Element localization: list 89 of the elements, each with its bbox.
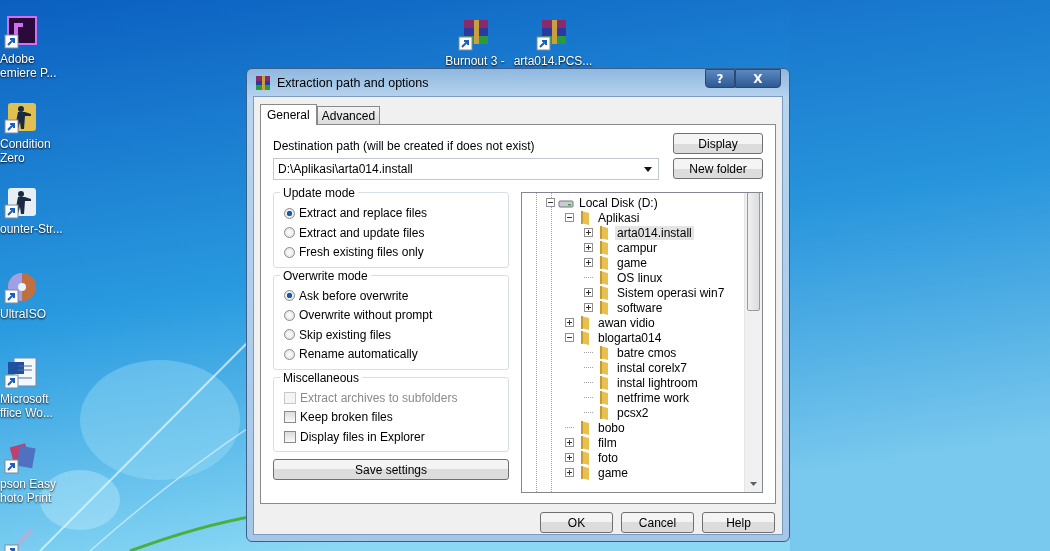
tree-item[interactable]: game (615, 255, 650, 270)
collapse-icon[interactable] (565, 333, 574, 342)
disc-icon[interactable] (4, 271, 38, 305)
expand-icon[interactable] (565, 468, 574, 477)
icon-label: Burnout 3 - (445, 54, 505, 68)
tree-item[interactable]: film (596, 435, 619, 450)
option-label: Display files in Explorer (300, 429, 425, 444)
collapse-icon[interactable] (565, 213, 574, 222)
icon-label: ounter-Str... (0, 222, 63, 236)
tree-item[interactable]: instal lightroom (615, 375, 700, 390)
expand-icon[interactable] (584, 243, 593, 252)
icon-label: Adobe (0, 52, 35, 66)
radio-button[interactable] (284, 309, 295, 321)
icon-label: Zero (0, 151, 25, 165)
tree-item[interactable]: awan vidio (596, 315, 657, 330)
help-button[interactable]: ? (705, 69, 735, 88)
tree-item[interactable]: pcsx2 (615, 405, 651, 420)
save-settings-button[interactable]: Save settings (273, 459, 509, 480)
option-label: Overwrite without prompt (299, 308, 433, 323)
icon-label: Microsoft (0, 392, 49, 406)
photo-icon[interactable] (4, 441, 38, 475)
collapse-icon[interactable] (546, 198, 555, 207)
dialog-button[interactable]: OK (540, 512, 613, 533)
tree-item[interactable]: Aplikasi (596, 210, 642, 225)
icon-label: arta014.PCS... (513, 54, 593, 68)
tree-item[interactable]: bobo (596, 420, 627, 435)
scroll-down-icon[interactable] (750, 482, 757, 486)
icon-label: Condition (0, 137, 51, 151)
group-title: Overwrite mode (280, 268, 371, 283)
group-title: Update mode (280, 186, 359, 200)
window-title: Extraction path and options (277, 75, 430, 90)
tree-item[interactable]: arta014.install (615, 225, 694, 240)
option-label: Extract archives to subfolders (300, 390, 458, 405)
icon-label: pson Easy (0, 477, 57, 491)
tree-item[interactable]: campur (615, 240, 659, 255)
expand-icon[interactable] (565, 453, 574, 462)
expand-icon[interactable] (584, 303, 593, 312)
option-label: Keep broken files (300, 410, 393, 425)
soldier-icon[interactable] (4, 101, 38, 135)
expand-icon[interactable] (584, 228, 593, 237)
soldier-icon[interactable] (4, 186, 38, 220)
video-app-icon[interactable] (4, 16, 38, 50)
destination-label: Destination path (will be created if does not exist) (273, 139, 536, 153)
expand-icon[interactable] (565, 318, 574, 327)
checkbox[interactable] (284, 430, 296, 443)
icon-label: emiere P... (0, 66, 57, 80)
side-button[interactable]: New folder (673, 158, 763, 179)
option-label: Rename automatically (299, 347, 418, 362)
radio-button[interactable] (284, 290, 295, 302)
radio-button[interactable] (284, 207, 295, 219)
scroll-thumb[interactable] (747, 193, 760, 311)
radio-button[interactable] (284, 348, 295, 360)
tab[interactable]: Advanced (316, 106, 381, 124)
expand-icon[interactable] (584, 288, 593, 297)
close-button[interactable]: X (735, 69, 781, 88)
document-icon[interactable] (4, 356, 38, 390)
scrollbar[interactable] (744, 193, 762, 492)
option-label: Ask before overwrite (299, 288, 409, 303)
icon-label: hoto Print (0, 491, 52, 505)
radio-button[interactable] (284, 329, 295, 341)
tree-item[interactable]: OS linux (615, 270, 665, 285)
caret-icon (644, 166, 652, 172)
option-label: Extract and replace files (299, 206, 428, 221)
archive-icon (255, 74, 271, 91)
radio-button[interactable] (284, 246, 295, 258)
tree-item[interactable]: netfrime work (615, 390, 692, 405)
expand-icon[interactable] (565, 438, 574, 447)
tab[interactable]: General (260, 104, 317, 125)
tree-item[interactable]: game (596, 465, 631, 480)
expand-icon[interactable] (584, 258, 593, 267)
tree-item[interactable]: Local Disk (D:) (577, 195, 660, 210)
option-label: Fresh existing files only (299, 245, 424, 260)
dialog-button[interactable]: Help (702, 512, 775, 533)
tree-item[interactable]: batre cmos (615, 345, 679, 360)
group-title: Miscellaneous (280, 370, 363, 385)
icon-label: UltraISO (0, 307, 46, 321)
radio-button[interactable] (284, 227, 295, 239)
dialog-button[interactable]: Cancel (621, 512, 694, 533)
tree-item[interactable]: blogarta014 (596, 330, 664, 345)
side-button[interactable]: Display (673, 133, 763, 154)
checkbox[interactable] (284, 411, 296, 424)
tree-item[interactable]: Sistem operasi win7 (615, 285, 727, 300)
tree-item[interactable]: instal corelx7 (615, 360, 690, 375)
destination-combo[interactable]: D:\Aplikasi\arta014.install (273, 158, 659, 180)
tree-item[interactable]: software (615, 300, 665, 315)
icon-label: ffice Wo... (0, 406, 53, 420)
tree-item[interactable]: foto (596, 450, 620, 465)
option-label: Extract and update files (299, 225, 425, 240)
option-label: Skip existing files (299, 327, 392, 342)
